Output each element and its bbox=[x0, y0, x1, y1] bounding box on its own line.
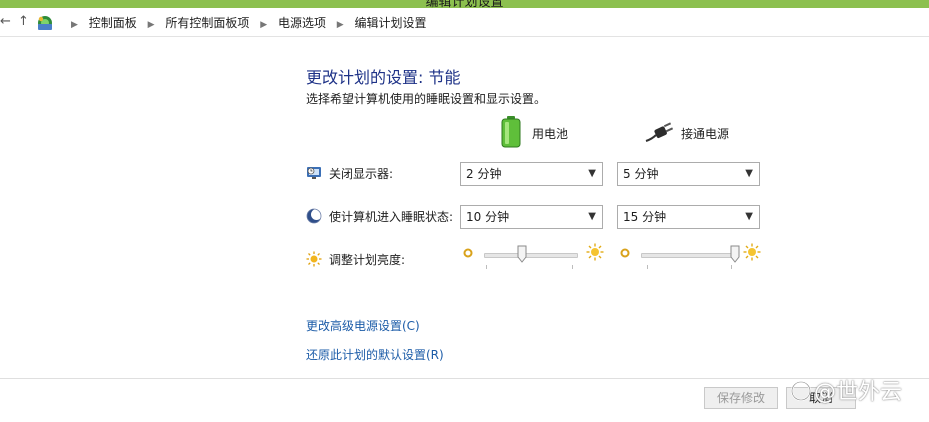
dim-sun-icon bbox=[620, 248, 630, 258]
save-button[interactable]: 保存修改 bbox=[704, 387, 778, 409]
up-icon[interactable]: ↑ bbox=[18, 14, 29, 30]
breadcrumb-all-items[interactable]: 所有控制面板项 bbox=[165, 16, 249, 30]
sleep-plugged-value: 15 分钟 bbox=[623, 210, 667, 224]
window-titlebar: 编辑计划设置 bbox=[0, 0, 929, 8]
plugged-label: 接通电源 bbox=[681, 127, 730, 141]
slider-tick bbox=[731, 265, 732, 269]
chevron-right-icon: ▶ bbox=[147, 20, 155, 30]
chevron-right-icon: ▶ bbox=[71, 20, 78, 30]
bright-sun-icon bbox=[586, 243, 604, 261]
slider-track bbox=[484, 253, 578, 258]
chevron-right-icon: ▶ bbox=[260, 20, 268, 30]
slider-tick bbox=[647, 265, 648, 269]
battery-icon bbox=[501, 116, 521, 148]
display-icon bbox=[307, 167, 321, 179]
address-bar: ← ↑ ▶ 控制面板 ▶ 所有控制面板项 ▶ 电源选项 ▶ 编辑计划设置 bbox=[0, 8, 929, 37]
chevron-down-icon: ▼ bbox=[745, 211, 753, 222]
column-battery-header: 用电池 bbox=[500, 116, 610, 150]
sleep-label: 使计算机进入睡眠状态: bbox=[329, 210, 454, 224]
sleep-battery-value: 10 分钟 bbox=[466, 210, 510, 224]
control-panel-icon bbox=[38, 16, 52, 30]
sleep-battery-select[interactable]: 10 分钟 ▼ bbox=[460, 205, 603, 229]
chevron-right-icon: ▶ bbox=[336, 20, 344, 30]
chevron-down-icon: ▼ bbox=[745, 168, 753, 179]
chevron-down-icon: ▼ bbox=[588, 168, 596, 179]
footer-divider bbox=[0, 378, 929, 379]
slider-thumb[interactable] bbox=[730, 245, 740, 263]
battery-label: 用电池 bbox=[532, 127, 569, 141]
watermark-logo-icon bbox=[791, 381, 811, 401]
bright-sun-icon bbox=[743, 243, 761, 261]
sleep-moon-icon bbox=[306, 208, 322, 224]
breadcrumb: ▶ 控制面板 ▶ 所有控制面板项 ▶ 电源选项 ▶ 编辑计划设置 bbox=[64, 15, 427, 33]
display-off-battery-select[interactable]: 2 分钟 ▼ bbox=[460, 162, 603, 186]
slider-track bbox=[641, 253, 735, 258]
breadcrumb-power-options[interactable]: 电源选项 bbox=[278, 16, 326, 30]
brightness-label: 调整计划亮度: bbox=[329, 253, 406, 267]
chevron-down-icon: ▼ bbox=[588, 211, 596, 222]
sleep-plugged-select[interactable]: 15 分钟 ▼ bbox=[617, 205, 760, 229]
watermark-text: @世外云 bbox=[814, 380, 903, 405]
breadcrumb-control-panel[interactable]: 控制面板 bbox=[89, 16, 137, 30]
breadcrumb-edit-plan[interactable]: 编辑计划设置 bbox=[355, 16, 427, 30]
advanced-power-settings-link[interactable]: 更改高级电源设置(C) bbox=[306, 317, 420, 334]
display-off-battery-value: 2 分钟 bbox=[466, 167, 502, 181]
display-off-plugged-select[interactable]: 5 分钟 ▼ bbox=[617, 162, 760, 186]
column-plugged-header: 接通电源 bbox=[644, 116, 764, 150]
slider-thumb[interactable] bbox=[517, 245, 527, 263]
power-plug-icon bbox=[645, 122, 674, 142]
page-title: 更改计划的设置: 节能 bbox=[306, 68, 461, 87]
back-icon[interactable]: ← bbox=[0, 14, 11, 30]
window-title: 编辑计划设置 bbox=[425, 0, 504, 8]
page-subtitle: 选择希望计算机使用的睡眠设置和显示设置。 bbox=[306, 92, 547, 106]
brightness-battery-slider[interactable] bbox=[462, 243, 604, 275]
sun-icon bbox=[306, 251, 322, 267]
display-off-plugged-value: 5 分钟 bbox=[623, 167, 659, 181]
dim-sun-icon bbox=[463, 248, 473, 258]
brightness-plugged-slider[interactable] bbox=[619, 243, 761, 275]
restore-defaults-link[interactable]: 还原此计划的默认设置(R) bbox=[306, 346, 444, 363]
slider-tick bbox=[572, 265, 573, 269]
display-off-label: 关闭显示器: bbox=[329, 167, 394, 181]
slider-tick bbox=[486, 265, 487, 269]
